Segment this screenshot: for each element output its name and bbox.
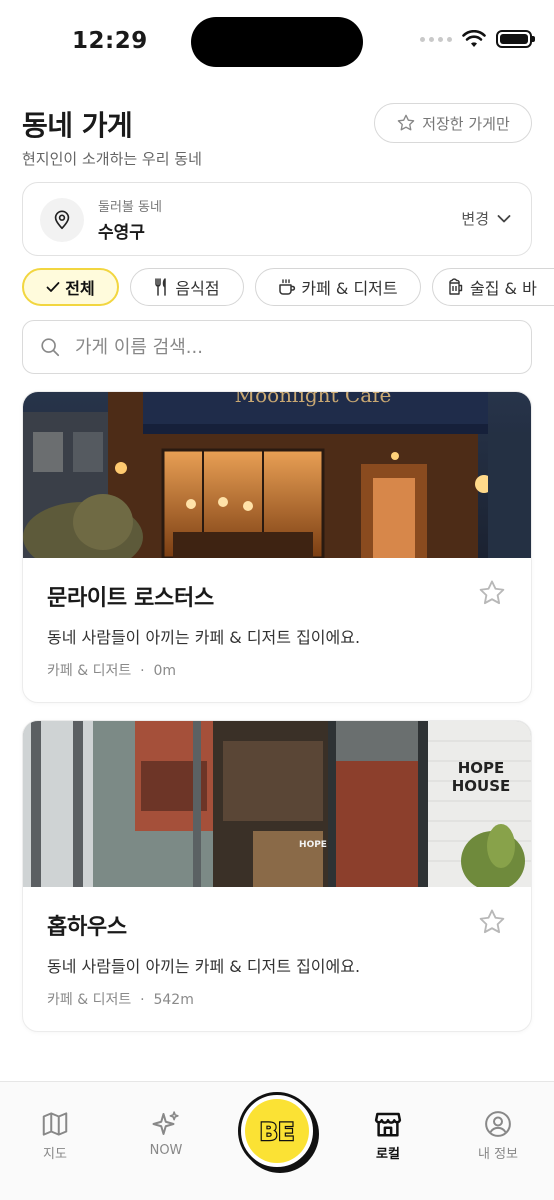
status-time: 12:29 <box>72 28 148 54</box>
save-star-icon[interactable] <box>477 578 507 608</box>
saved-stores-filter-button[interactable]: 저장한 가게만 <box>374 103 532 143</box>
status-icons <box>420 30 535 48</box>
change-location-button[interactable]: 변경 <box>461 208 511 229</box>
meta-separator: · <box>135 663 150 679</box>
chevron-down-icon <box>497 214 511 222</box>
store-card[interactable]: Moonlight Cafe 문라이트 로스터스 동네 사람들이 아끼는 카페 … <box>22 391 532 703</box>
page-subtitle: 현지인이 소개하는 우리 동네 <box>22 150 202 168</box>
store-sign-text: HOPE <box>458 759 505 777</box>
store-category: 카페 & 디저트 <box>47 992 132 1008</box>
beer-mug-icon <box>449 278 463 295</box>
store-name: 문라이트 로스터스 <box>47 586 214 611</box>
store-photo: HOPE HOPE HOUSE <box>23 721 531 887</box>
change-location-label: 변경 <box>461 210 489 228</box>
store-sign-text: Moonlight Cafe <box>235 392 392 407</box>
be-logo-text: BE <box>260 1118 295 1146</box>
store-meta: 카페 & 디저트 · 0m <box>47 660 176 680</box>
battery-icon <box>496 30 535 48</box>
store-description: 동네 사람들이 아끼는 카페 & 디저트 집이에요. <box>47 628 361 647</box>
chip-cafe-dessert[interactable]: 카페 & 디저트 <box>255 268 421 306</box>
location-selector[interactable]: 둘러볼 동네 수영구 변경 <box>22 182 532 256</box>
store-name: 홉하우스 <box>47 915 127 940</box>
chip-all[interactable]: 전체 <box>22 268 119 306</box>
search-box <box>22 320 532 374</box>
category-chips: 전체 음식점 카페 & 디저트 술집 & 바 <box>22 268 554 306</box>
store-category: 카페 & 디저트 <box>47 663 132 679</box>
nav-now[interactable]: NOW <box>126 1109 206 1158</box>
store-photo: Moonlight Cafe <box>23 392 531 558</box>
be-home-button[interactable]: BE <box>238 1092 316 1170</box>
sparkle-icon <box>152 1111 179 1135</box>
store-meta: 카페 & 디저트 · 542m <box>47 989 194 1009</box>
store-distance: 0m <box>153 663 177 679</box>
search-input[interactable] <box>75 336 495 358</box>
map-pin-icon <box>54 210 70 230</box>
meta-separator: · <box>135 992 150 1008</box>
store-icon <box>374 1112 402 1137</box>
chip-label: 전체 <box>65 279 95 298</box>
nav-label: 지도 <box>43 1147 67 1162</box>
map-icon <box>42 1112 68 1136</box>
wifi-icon <box>462 30 486 47</box>
location-pin-badge <box>40 198 84 242</box>
be-logo: BE <box>245 1099 309 1163</box>
nav-map[interactable]: 지도 <box>15 1109 95 1162</box>
search-icon <box>41 338 60 357</box>
store-distance: 542m <box>153 992 194 1008</box>
nav-local[interactable]: 로컬 <box>348 1109 428 1162</box>
chip-label: 카페 & 디저트 <box>301 279 398 298</box>
save-star-icon[interactable] <box>477 907 507 937</box>
nav-label: 로컬 <box>376 1147 400 1162</box>
store-sign-text-2: HOUSE <box>452 777 511 795</box>
bottom-nav: 지도 NOW BE 로컬 내 정보 <box>0 1081 554 1200</box>
store-description: 동네 사람들이 아끼는 카페 & 디저트 집이에요. <box>47 957 361 976</box>
chip-restaurant[interactable]: 음식점 <box>130 268 244 306</box>
chip-bar[interactable]: 술집 & 바 <box>432 268 554 306</box>
check-icon <box>46 282 60 292</box>
status-bar: 12:29 <box>0 0 554 84</box>
store-card[interactable]: HOPE HOPE HOUSE 홉하우스 동네 사람들이 아끼는 카페 & 디저… <box>22 720 532 1032</box>
saved-button-label: 저장한 가게만 <box>422 114 510 133</box>
coffee-cup-icon <box>279 279 296 295</box>
chip-label: 술집 & 바 <box>470 279 537 298</box>
location-label: 둘러볼 동네 <box>98 200 162 215</box>
signal-icon <box>420 36 452 42</box>
nav-my-info[interactable]: 내 정보 <box>458 1109 538 1162</box>
dynamic-island <box>191 17 363 67</box>
nav-label: NOW <box>149 1143 183 1158</box>
utensils-icon <box>155 278 167 296</box>
user-icon <box>485 1111 511 1137</box>
nav-label: 내 정보 <box>477 1147 518 1162</box>
page-title: 동네 가게 <box>22 109 133 142</box>
star-outline-icon <box>397 114 415 131</box>
location-value: 수영구 <box>98 223 145 243</box>
store-sign-small: HOPE <box>299 840 327 850</box>
chip-label: 음식점 <box>175 279 220 298</box>
